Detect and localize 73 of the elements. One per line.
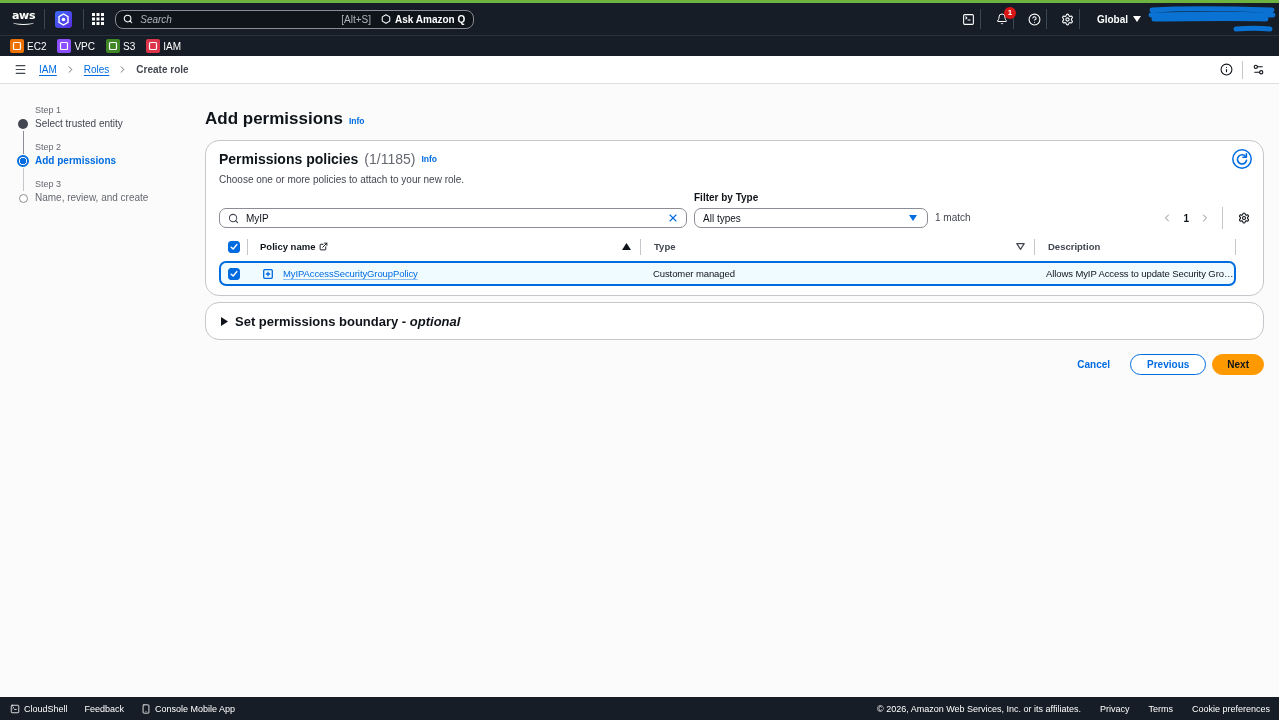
filter-label: Filter by Type (694, 192, 759, 204)
step-number: Step 1 (35, 104, 62, 117)
refresh-button[interactable] (1232, 149, 1252, 169)
menu-icon[interactable] (14, 63, 27, 76)
policy-link[interactable]: MyIPAccessSecurityGroupPolicy (283, 268, 418, 279)
checkbox[interactable] (228, 240, 240, 253)
step-link[interactable]: Name, review, and create (35, 191, 149, 205)
table-row[interactable]: MyIPAccessSecurityGroupPolicy Customer managed Allows MyIP Access to update Security Gro… (219, 261, 1236, 286)
checkbox[interactable] (228, 267, 240, 280)
info-link[interactable]: Info (348, 116, 365, 126)
notifications-icon[interactable] (995, 13, 1008, 25)
footer-link[interactable]: Feedback (84, 703, 125, 714)
info-icon[interactable] (1220, 63, 1233, 76)
search-icon (228, 212, 239, 224)
table-cell: Allows MyIP Access to update Security Gro… (1046, 268, 1234, 279)
step-number: Step 3 (35, 178, 62, 191)
page-number[interactable]: 1 (1180, 212, 1192, 224)
secondary-button[interactable]: Previous (1130, 354, 1207, 375)
shortcut-hint: [Alt+S] (341, 13, 372, 25)
favorite-link[interactable]: IAM (146, 39, 182, 53)
step-number: Step 2 (35, 141, 62, 154)
footer-link[interactable]: Privacy (1099, 703, 1130, 714)
sort-ascending-icon[interactable] (622, 243, 631, 250)
copyright-text: © 2026, Amazon Web Services, Inc. or its affiliates. (877, 703, 1081, 714)
policy-search-field[interactable]: MyIP (219, 208, 687, 228)
policy-count: (1/1185) (364, 151, 416, 167)
column-header: Description (1048, 241, 1101, 252)
sliders-icon[interactable] (1252, 63, 1265, 76)
breadcrumb-current: Create role (136, 64, 189, 75)
panel-description: Choose one or more policies to attach to your new role. (219, 173, 466, 186)
footer-link[interactable]: CloudShell (10, 703, 68, 714)
caret-icon (1133, 16, 1141, 22)
refresh-icon (1232, 149, 1252, 169)
favorite-link[interactable]: EC2 (10, 39, 47, 53)
column-header[interactable]: Type (654, 241, 676, 252)
terminal-icon (10, 703, 20, 714)
hexagon-app-icon[interactable] (55, 10, 73, 28)
footer-link[interactable]: Console Mobile App (141, 703, 236, 714)
region-selector[interactable]: Global (1096, 10, 1141, 28)
notification-badge: 1 (1003, 7, 1016, 19)
link-button[interactable]: Cancel (1071, 354, 1117, 375)
aws-logo[interactable]: aws (12, 10, 36, 26)
footer-link[interactable]: Terms (1148, 703, 1173, 714)
sort-icon[interactable] (1016, 243, 1025, 250)
search-icon (123, 14, 134, 24)
footer-link[interactable]: Cookie preferences (1191, 703, 1270, 714)
ask-amazon-q-button[interactable]: Ask Amazon Q (381, 13, 466, 25)
terminal-icon[interactable] (962, 12, 976, 26)
page-title: Add permissions (205, 108, 343, 130)
table-cell: Customer managed (653, 268, 735, 279)
step-link[interactable]: Select trusted entity (35, 117, 123, 131)
hexagon-icon (381, 14, 392, 24)
primary-button[interactable]: Next (1212, 354, 1264, 375)
step-link[interactable]: Add permissions (35, 154, 117, 168)
help-icon[interactable] (1028, 12, 1042, 26)
settings-icon[interactable] (1238, 212, 1250, 224)
clear-icon[interactable] (667, 212, 679, 224)
expand-icon[interactable] (263, 268, 273, 279)
phone-icon (141, 703, 152, 714)
search-field[interactable]: Search [Alt+S] Ask Amazon Q (115, 9, 475, 29)
breadcrumb-link[interactable]: Roles (83, 64, 110, 75)
info-link[interactable]: Info (421, 154, 437, 164)
caret-icon (909, 215, 917, 221)
type-filter-select[interactable]: All types (694, 208, 928, 228)
caret-right-icon[interactable] (221, 316, 228, 326)
favorite-link[interactable]: S3 (106, 39, 136, 53)
match-count: 1 match (935, 211, 971, 225)
panel-title: Permissions policies (219, 151, 359, 167)
breadcrumb-link[interactable]: IAM (39, 64, 57, 75)
favorite-link[interactable]: VPC (57, 39, 95, 53)
column-header[interactable]: Policy name (260, 241, 329, 252)
section-title[interactable]: Set permissions boundary - optional (235, 313, 461, 329)
grid-icon[interactable] (92, 13, 105, 25)
